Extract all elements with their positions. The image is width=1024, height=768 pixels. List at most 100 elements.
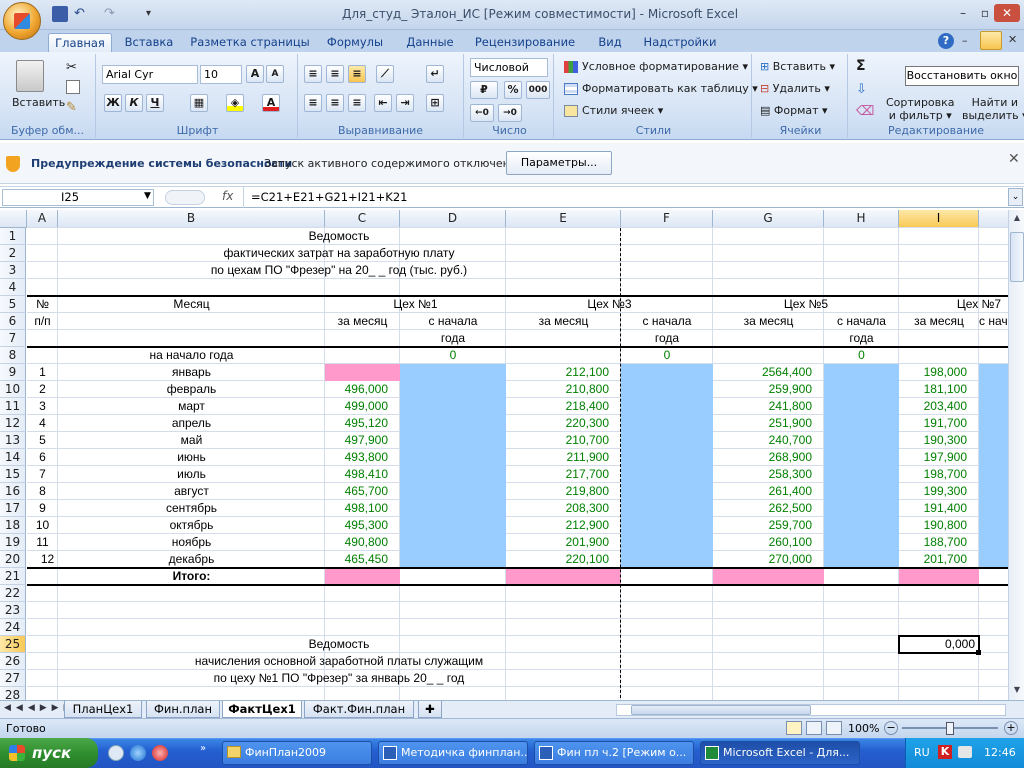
shop7-month-value[interactable]: 201,700: [899, 551, 979, 568]
row-header-6[interactable]: 6: [0, 313, 26, 330]
row-header-4[interactable]: 4: [0, 279, 26, 296]
align-left-icon[interactable]: ≡: [304, 94, 322, 112]
paste-icon[interactable]: [16, 60, 44, 92]
row-header-21[interactable]: 21: [0, 568, 26, 585]
row-header-16[interactable]: 16: [0, 483, 26, 500]
save-icon[interactable]: [52, 6, 68, 22]
language-indicator[interactable]: RU: [914, 746, 930, 759]
shop7-month-value[interactable]: 191,700: [899, 415, 979, 432]
shop1-month-value[interactable]: 496,000: [325, 381, 400, 398]
title-line-6[interactable]: по цеху №1 ПО "Фрезер" за январь 20_ _ г…: [58, 670, 620, 687]
shop1-month-value[interactable]: 465,450: [325, 551, 400, 568]
month-name[interactable]: февраль: [58, 381, 325, 398]
shop3-month-value[interactable]: 212,100: [506, 364, 621, 381]
header-per-month[interactable]: за месяц: [899, 313, 979, 330]
title-line-1[interactable]: Ведомость: [58, 228, 620, 245]
title-line-5[interactable]: начисления основной заработной платы слу…: [58, 653, 620, 670]
shop3-month-value[interactable]: 208,300: [506, 500, 621, 517]
total-label[interactable]: Итого:: [58, 568, 325, 585]
zoom-level[interactable]: 100%: [848, 722, 879, 735]
format-cells-button[interactable]: ▤ Формат ▾: [760, 104, 828, 117]
insert-cells-button[interactable]: ⊞ Вставить ▾: [760, 60, 835, 73]
header-month[interactable]: Месяц: [58, 296, 325, 313]
column-header-d[interactable]: D: [400, 210, 506, 228]
cell-styles-button[interactable]: Стили ячеек ▾: [564, 104, 663, 117]
shop3-month-value[interactable]: 219,800: [506, 483, 621, 500]
row-header-7[interactable]: 7: [0, 330, 26, 347]
find-select-button[interactable]: Найти ивыделить ▾: [962, 96, 1024, 122]
row-number[interactable]: 2: [27, 381, 58, 398]
shop7-month-value[interactable]: 190,800: [899, 517, 979, 534]
shop5-month-value[interactable]: 259,900: [713, 381, 824, 398]
bold-button[interactable]: Ж: [104, 94, 122, 112]
header-shop-3[interactable]: Цех №3: [506, 296, 713, 313]
month-name[interactable]: июль: [58, 466, 325, 483]
header-year[interactable]: года: [621, 330, 713, 347]
taskbar-overflow-icon[interactable]: »: [200, 743, 206, 754]
header-since-start[interactable]: с начала: [979, 313, 1008, 330]
shop3-month-value[interactable]: 201,900: [506, 534, 621, 551]
name-box-dropdown-icon[interactable]: ▼: [144, 191, 151, 201]
select-all-corner[interactable]: [0, 210, 27, 228]
increase-decimal-icon[interactable]: ←0: [470, 104, 494, 122]
shop7-month-value[interactable]: 181,100: [899, 381, 979, 398]
row-header-5[interactable]: 5: [0, 296, 26, 313]
tab-page-layout[interactable]: Разметка страницы: [188, 33, 312, 52]
sheet-tab-fact[interactable]: ФактЦех1: [222, 701, 302, 718]
office-button[interactable]: [3, 2, 41, 40]
spreadsheet-grid[interactable]: ABCDEFGHI 1 2 3 4 5 6 7 8 9 10 11 12 13 14 15 16 17 18 19 2…: [0, 210, 1008, 700]
shop1-month-value[interactable]: 493,800: [325, 449, 400, 466]
borders-icon[interactable]: ▦: [190, 94, 208, 112]
normal-view-icon[interactable]: [786, 721, 802, 735]
month-name[interactable]: май: [58, 432, 325, 449]
shop3-month-value[interactable]: 220,100: [506, 551, 621, 568]
cut-icon[interactable]: ✂: [66, 60, 77, 75]
zoom-in-icon[interactable]: +: [1004, 721, 1018, 735]
ribbon-restore-icon[interactable]: [980, 31, 1002, 50]
row-header-18[interactable]: 18: [0, 517, 26, 534]
column-header-i[interactable]: I: [899, 210, 979, 228]
shop1-month-value[interactable]: 490,800: [325, 534, 400, 551]
row-header-19[interactable]: 19: [0, 534, 26, 551]
font-color-icon[interactable]: A: [262, 94, 280, 112]
wrap-text-icon[interactable]: ↵: [426, 65, 444, 83]
autosum-button[interactable]: Σ: [856, 58, 866, 74]
header-since-start[interactable]: с начала: [621, 313, 713, 330]
month-name[interactable]: декабрь: [58, 551, 325, 568]
column-header-c[interactable]: C: [325, 210, 400, 228]
row-header-25[interactable]: 25: [0, 636, 26, 653]
shop7-month-value[interactable]: 199,300: [899, 483, 979, 500]
shop1-month-value[interactable]: 498,100: [325, 500, 400, 517]
orientation-icon[interactable]: ⟋: [376, 65, 394, 83]
zoom-out-icon[interactable]: −: [884, 721, 898, 735]
tab-home[interactable]: Главная: [48, 33, 112, 52]
row-header-22[interactable]: 22: [0, 585, 26, 602]
row-header-11[interactable]: 11: [0, 398, 26, 415]
row-number[interactable]: 9: [27, 500, 58, 517]
row-header-12[interactable]: 12: [0, 415, 26, 432]
expand-formula-icon[interactable]: ⌄: [1008, 188, 1023, 206]
column-header-b[interactable]: B: [58, 210, 325, 228]
header-shop-1[interactable]: Цех №1: [325, 296, 506, 313]
ribbon-minimize-icon[interactable]: –: [962, 34, 968, 47]
row-header-13[interactable]: 13: [0, 432, 26, 449]
shop1-month-value[interactable]: 499,000: [325, 398, 400, 415]
zoom-slider-thumb[interactable]: [946, 722, 954, 735]
vertical-scrollbar[interactable]: ▲ ▼: [1008, 210, 1024, 700]
clear-icon[interactable]: ⌫: [856, 104, 874, 119]
shop5-month-value[interactable]: 259,700: [713, 517, 824, 534]
undo-icon[interactable]: ↶: [74, 6, 90, 22]
start-of-year-label[interactable]: на начало года: [58, 347, 325, 364]
column-header-a[interactable]: A: [27, 210, 58, 228]
shop1-month-value[interactable]: 465,700: [325, 483, 400, 500]
conditional-formatting-button[interactable]: Условное форматирование ▾: [564, 60, 748, 73]
formula-input[interactable]: =C21+E21+G21+I21+K21: [251, 190, 408, 204]
show-desktop-icon[interactable]: [108, 745, 124, 761]
format-painter-icon[interactable]: ✎: [66, 100, 77, 115]
taskbar-item-excel[interactable]: Microsoft Excel - Для...: [700, 741, 860, 765]
underline-button[interactable]: Ч: [146, 94, 164, 112]
shop3-month-value[interactable]: 210,700: [506, 432, 621, 449]
align-right-icon[interactable]: ≡: [348, 94, 366, 112]
shop1-month-value[interactable]: 495,120: [325, 415, 400, 432]
start-of-year-value[interactable]: 0: [621, 347, 713, 364]
